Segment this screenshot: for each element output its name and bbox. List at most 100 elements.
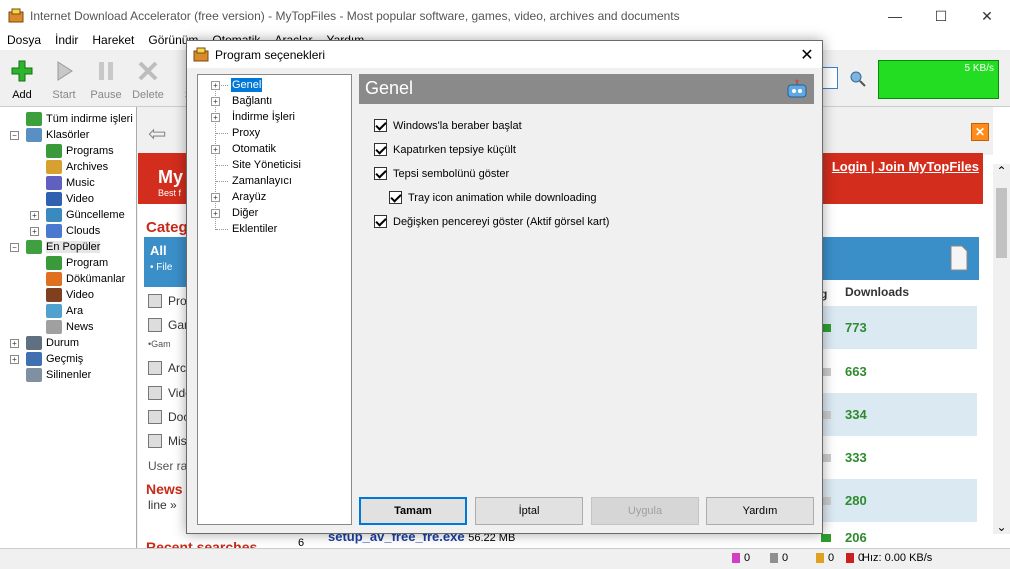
archive-icon: [148, 361, 162, 375]
maximize-button[interactable]: ☐: [918, 0, 964, 32]
tree-popular-news[interactable]: News: [46, 319, 94, 335]
table-row: 333: [821, 436, 977, 479]
app-icon: [193, 47, 209, 63]
expand-icon[interactable]: +: [10, 339, 19, 348]
options-node-indirme[interactable]: İndirme İşleri: [231, 110, 296, 124]
expand-icon[interactable]: +: [211, 193, 220, 202]
categories-heading: Categ: [146, 219, 188, 236]
minimize-button[interactable]: —: [872, 0, 918, 32]
downloads-column-header: Downloads: [845, 285, 910, 299]
checkbox[interactable]: [374, 167, 387, 180]
music-icon: [46, 176, 62, 190]
tree-updates[interactable]: Güncelleme: [46, 207, 125, 223]
status-queued: 0: [770, 552, 788, 564]
join-link[interactable]: Join MyTopFiles: [878, 159, 979, 174]
history-icon: [26, 352, 42, 366]
table-row: 773: [821, 306, 977, 349]
options-node-otomatik[interactable]: Otomatik: [231, 142, 277, 156]
apply-button[interactable]: Uygula: [591, 497, 699, 525]
option-tray-animation[interactable]: Tray icon animation while downloading: [389, 191, 597, 204]
tree-clouds[interactable]: Clouds: [46, 223, 100, 239]
tree-popular-video[interactable]: Video: [46, 287, 94, 303]
vertical-scrollbar[interactable]: ⌃ ⌄: [993, 164, 1010, 534]
collapse-icon[interactable]: −: [10, 243, 19, 252]
cat-games-sub[interactable]: • Gam: [148, 339, 171, 349]
tree-archives[interactable]: Archives: [46, 159, 108, 175]
news-line-link[interactable]: line »: [148, 498, 177, 512]
expand-icon[interactable]: +: [10, 355, 19, 364]
close-browser-icon[interactable]: ✕: [971, 123, 989, 141]
play-icon: [52, 59, 76, 83]
rating-bar: [821, 533, 831, 542]
scroll-down-icon[interactable]: ⌄: [993, 520, 1010, 534]
option-minimize-to-tray[interactable]: Kapatırken tepsiye küçült: [374, 143, 516, 156]
tree-status[interactable]: Durum: [26, 335, 79, 351]
queue-icon: [770, 553, 778, 563]
expand-icon[interactable]: +: [30, 227, 39, 236]
tree-popular-docs[interactable]: Dökümanlar: [46, 271, 125, 287]
status-speed: Hız: 0.00 KB/s: [862, 552, 933, 564]
programs-icon: [148, 294, 162, 308]
collapse-icon[interactable]: −: [10, 131, 19, 140]
tree-folders[interactable]: Klasörler: [26, 127, 89, 143]
cat-docs[interactable]: Doc: [148, 410, 189, 424]
help-button[interactable]: Yardım: [706, 497, 814, 525]
checkbox[interactable]: [374, 143, 387, 156]
app-icon: [8, 8, 24, 24]
search-icon[interactable]: [850, 71, 866, 87]
options-node-genel[interactable]: Genel: [231, 78, 263, 92]
options-node-baglanti[interactable]: Bağlantı: [231, 94, 273, 108]
options-node-eklentiler[interactable]: Eklentiler: [231, 222, 278, 236]
options-dialog: Program seçenekleri ✕ + Genel + Bağlantı…: [186, 40, 823, 534]
add-button[interactable]: Add: [2, 51, 42, 105]
checkbox[interactable]: [389, 191, 402, 204]
start-button[interactable]: Start: [44, 51, 84, 105]
expand-icon[interactable]: +: [211, 81, 220, 90]
option-show-tray-icon[interactable]: Tepsi sembolünü göster: [374, 167, 509, 180]
tree-history[interactable]: Geçmiş: [26, 351, 83, 367]
close-window-button[interactable]: ✕: [964, 0, 1010, 32]
options-node-zamanlayici[interactable]: Zamanlayıcı: [231, 174, 293, 188]
pause-button[interactable]: Pause: [86, 51, 126, 105]
expand-icon[interactable]: +: [211, 97, 220, 106]
status-paused: 0: [816, 552, 834, 564]
tree-video[interactable]: Video: [46, 191, 94, 207]
search-icon: [46, 304, 62, 318]
cancel-button[interactable]: İptal: [475, 497, 583, 525]
options-tree: + Genel + Bağlantı + İndirme İşleri Prox…: [197, 74, 352, 525]
login-link[interactable]: Login: [832, 159, 867, 174]
menu-hareket[interactable]: Hareket: [85, 32, 141, 50]
options-node-arayuz[interactable]: Arayüz: [231, 190, 267, 204]
error-icon: [846, 553, 854, 563]
scroll-up-icon[interactable]: ⌃: [993, 164, 1010, 178]
tree-popular[interactable]: En Popüler: [26, 239, 101, 255]
checkbox[interactable]: [374, 215, 387, 228]
tree-all-downloads[interactable]: Tüm indirme işleri: [26, 111, 133, 127]
option-start-with-windows[interactable]: Windows'la beraber başlat: [374, 119, 522, 132]
expand-icon[interactable]: +: [30, 211, 39, 220]
news-heading: News: [146, 481, 183, 497]
tree-music[interactable]: Music: [46, 175, 95, 191]
checkbox[interactable]: [374, 119, 387, 132]
dialog-close-button[interactable]: ✕: [792, 45, 822, 65]
menu-dosya[interactable]: Dosya: [0, 32, 48, 50]
delete-button[interactable]: Delete: [128, 51, 168, 105]
option-drop-target[interactable]: Değişken pencereyi göster (Aktif görsel …: [374, 215, 609, 228]
tree-programs[interactable]: Programs: [46, 143, 114, 159]
options-node-diger[interactable]: Diğer: [231, 206, 259, 220]
url-input[interactable]: [822, 67, 838, 89]
options-node-proxy[interactable]: Proxy: [231, 126, 261, 140]
tree-popular-search[interactable]: Ara: [46, 303, 83, 319]
menu-indir[interactable]: İndir: [48, 32, 85, 50]
tree-line: [216, 133, 228, 134]
user-rating-text: User rat: [148, 459, 191, 473]
options-node-site[interactable]: Site Yöneticisi: [231, 158, 302, 172]
expand-icon[interactable]: +: [211, 209, 220, 218]
tree-popular-program[interactable]: Program: [46, 255, 108, 271]
expand-icon[interactable]: +: [211, 113, 220, 122]
back-arrow-icon[interactable]: ⇦: [148, 121, 166, 147]
expand-icon[interactable]: +: [211, 145, 220, 154]
tree-deleted[interactable]: Silinenler: [26, 367, 91, 383]
scroll-thumb[interactable]: [996, 188, 1007, 258]
ok-button[interactable]: Tamam: [359, 497, 467, 525]
